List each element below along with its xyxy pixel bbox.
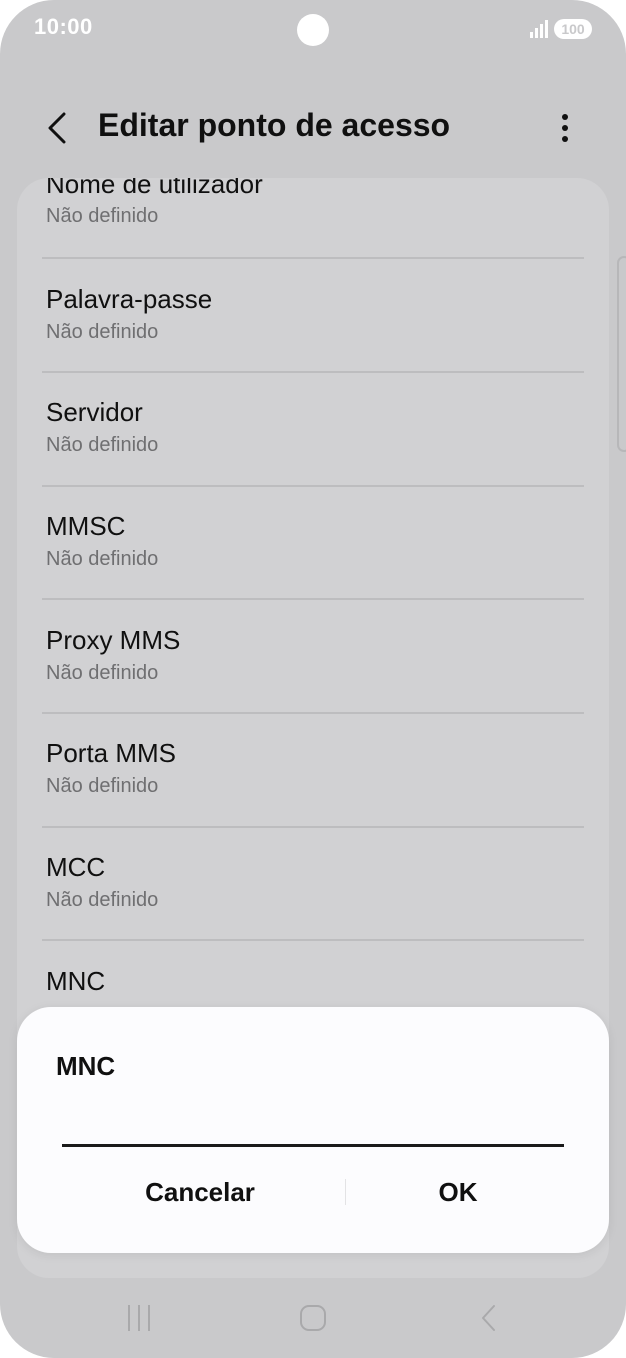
item-title: Nome de utilizador	[46, 178, 263, 199]
item-title: MCC	[46, 852, 106, 882]
dialog-title: MNC	[56, 1051, 116, 1081]
page-title: Editar ponto de acesso	[98, 107, 451, 143]
item-value: Não definido	[46, 321, 159, 343]
back-arrow-icon[interactable]	[44, 110, 72, 146]
mnc-dialog: MNC Cancelar OK	[17, 1007, 609, 1253]
item-value: Não definido	[46, 889, 159, 911]
item-value: Não definido	[46, 434, 159, 456]
item-title: Servidor	[46, 397, 143, 427]
scrollbar[interactable]	[617, 256, 626, 452]
front-camera	[297, 14, 329, 46]
item-value: Não definido	[46, 205, 159, 227]
home-icon[interactable]	[299, 1303, 327, 1333]
item-value: Não definido	[46, 662, 159, 684]
more-options-icon[interactable]	[555, 112, 575, 144]
item-title: MNC	[46, 966, 106, 996]
list-item-password[interactable]: Palavra-passe Não definido	[17, 259, 609, 372]
list-item-mmsc[interactable]: MMSC Não definido	[17, 487, 609, 600]
item-title: Proxy MMS	[46, 625, 181, 655]
list-item-mms-port[interactable]: Porta MMS Não definido	[17, 714, 609, 827]
item-title: Palavra-passe	[46, 284, 213, 314]
item-title: MMSC	[46, 511, 126, 541]
cancel-button[interactable]: Cancelar	[70, 1167, 330, 1217]
item-title: Porta MMS	[46, 738, 177, 768]
item-value: Não definido	[46, 548, 159, 570]
item-value: Não definido	[46, 775, 159, 797]
back-nav-icon[interactable]	[478, 1303, 500, 1333]
ok-button[interactable]: OK	[328, 1167, 588, 1217]
battery-icon: 100	[554, 19, 592, 39]
signal-icon	[530, 20, 548, 38]
list-item-server[interactable]: Servidor Não definido	[17, 373, 609, 486]
list-item-mcc[interactable]: MCC Não definido	[17, 828, 609, 941]
list-item-mms-proxy[interactable]: Proxy MMS Não definido	[17, 600, 609, 713]
recent-apps-icon[interactable]	[126, 1303, 152, 1333]
phone-screen: 10:00 100 Editar ponto de acesso Nome de…	[0, 0, 626, 1358]
status-time: 10:00	[34, 14, 93, 39]
mnc-input[interactable]	[62, 1097, 564, 1147]
